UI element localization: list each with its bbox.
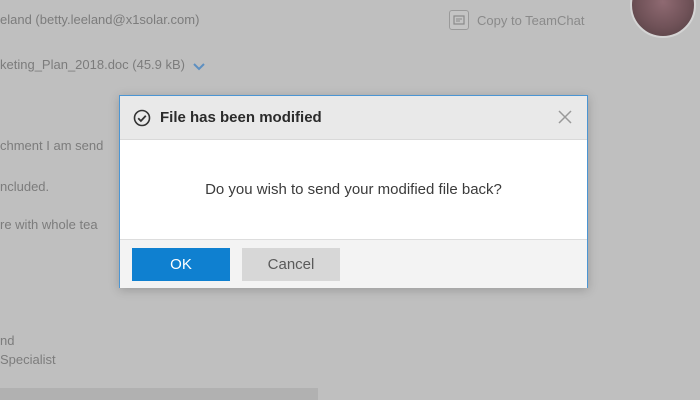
copy-to-teamchat-label: Copy to TeamChat xyxy=(477,12,585,28)
file-modified-dialog: File has been modified Do you wish to se… xyxy=(119,95,588,288)
signature-line: Specialist xyxy=(0,352,56,367)
attachment-line[interactable]: keting_Plan_2018.doc (45.9 kB) xyxy=(0,57,205,72)
signature-line: nd xyxy=(0,333,15,348)
bottom-bar xyxy=(0,388,318,400)
teamchat-icon xyxy=(449,10,469,30)
chevron-down-icon[interactable] xyxy=(193,60,205,70)
sender-line: eland (betty.leeland@x1solar.com) xyxy=(0,12,200,27)
dialog-header: File has been modified xyxy=(120,96,587,140)
attachment-name: keting_Plan_2018.doc (45.9 kB) xyxy=(0,57,186,72)
email-body-line: ncluded. xyxy=(0,179,50,194)
avatar[interactable] xyxy=(630,0,696,38)
dialog-footer: OK Cancel xyxy=(120,240,587,288)
dialog-message: Do you wish to send your modified file b… xyxy=(205,181,502,198)
dialog-title: File has been modified xyxy=(160,109,322,126)
copy-to-teamchat-button[interactable]: Copy to TeamChat xyxy=(449,10,584,30)
dialog-body: Do you wish to send your modified file b… xyxy=(120,140,587,240)
close-icon[interactable] xyxy=(557,109,573,125)
cancel-button[interactable]: Cancel xyxy=(242,247,340,281)
email-body-line: chment I am send xyxy=(0,138,104,153)
ok-button[interactable]: OK xyxy=(132,247,230,281)
email-body-line: re with whole tea xyxy=(0,217,98,232)
check-circle-icon xyxy=(133,109,151,127)
